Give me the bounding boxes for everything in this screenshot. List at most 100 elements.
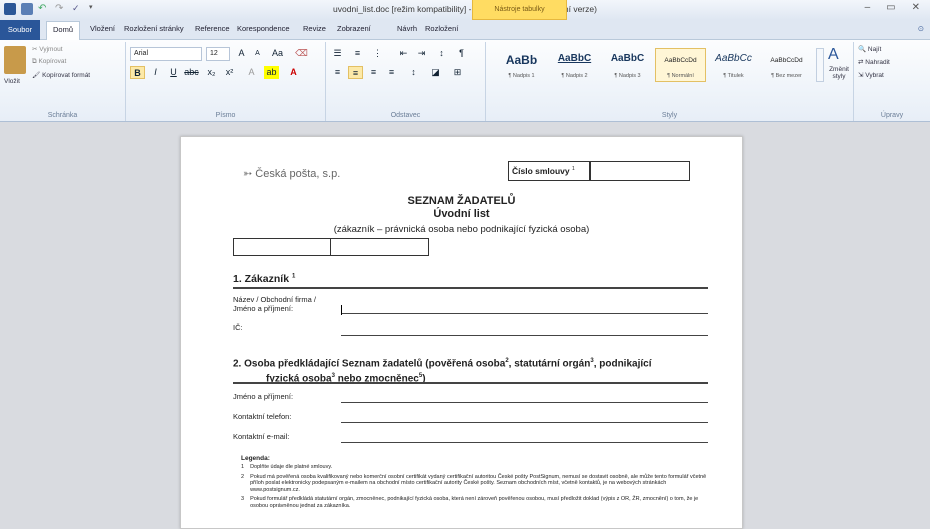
style-heading-2[interactable]: AaBbC ¶ Nadpis 2 — [549, 48, 600, 82]
clear-formatting-button[interactable]: ⌫ — [294, 47, 309, 60]
ic-input[interactable] — [341, 335, 708, 336]
tab-references[interactable]: Reference — [195, 24, 230, 33]
align-left-button[interactable]: ≡ — [330, 66, 345, 79]
text-effects-button[interactable]: A — [244, 66, 259, 79]
minimize-button[interactable]: – — [865, 2, 871, 13]
font-size-select[interactable]: 12 — [206, 47, 230, 61]
copy-button[interactable]: ⧉ Kopírovat — [32, 58, 66, 66]
change-styles-icon[interactable]: A — [828, 46, 839, 64]
subscript-button[interactable]: x₂ — [204, 66, 219, 79]
legend-text: Pokud formulář předkládá statutární orgá… — [250, 496, 699, 509]
legend-item: 2 Pokud má pověřená osoba kvalifikovaný n… — [241, 474, 711, 494]
table-cell-1[interactable] — [233, 238, 331, 256]
table-cell-2[interactable] — [331, 238, 429, 256]
italic-button[interactable]: I — [148, 66, 163, 79]
find-label: Najít — [867, 46, 882, 53]
select-button[interactable]: ⇲ Vybrat — [858, 71, 884, 79]
style-name: ¶ Nadpis 1 — [508, 73, 535, 79]
tab-design[interactable]: Návrh — [397, 24, 417, 33]
tab-page-layout[interactable]: Rozložení stránky — [124, 24, 184, 33]
group-font: Arial 12 A A Aa ⌫ B I U abc x₂ x² A ab A… — [126, 42, 326, 121]
company-name-input[interactable] — [341, 313, 708, 314]
style-name: ¶ Normální — [667, 73, 694, 79]
shrink-font-button[interactable]: A — [250, 47, 265, 60]
section-1-title: 1. Zákazník — [233, 273, 290, 285]
replace-button[interactable]: ⇄ Nahradit — [858, 58, 890, 66]
align-right-button[interactable]: ≡ — [366, 66, 381, 79]
contract-number-field[interactable] — [590, 161, 690, 181]
sort-button[interactable]: ↕ — [434, 47, 449, 60]
format-painter-button[interactable]: 🖌 Kopírovat formát — [32, 71, 90, 79]
style-heading-3[interactable]: AaBbC ¶ Nadpis 3 — [602, 48, 653, 82]
close-button[interactable]: ✕ — [912, 2, 920, 13]
tab-mailings[interactable]: Korespondence — [237, 24, 290, 33]
legend-list: 1 Doplňte údaje dle platné smlouvy. 2 Poku… — [241, 464, 711, 510]
email-input[interactable] — [341, 442, 708, 443]
superscript-button[interactable]: x² — [222, 66, 237, 79]
styles-scroll[interactable] — [816, 48, 824, 82]
bullets-button[interactable]: ☰ — [330, 47, 345, 60]
change-styles-button[interactable]: Změnit styly — [826, 66, 852, 80]
font-color-button[interactable]: A — [286, 66, 301, 79]
group-label-clipboard: Schránka — [47, 112, 78, 119]
strikethrough-button[interactable]: abc — [184, 66, 199, 79]
paste-button[interactable]: Vložit — [4, 78, 20, 85]
footnote-ref: 1 — [291, 273, 296, 280]
font-name-select[interactable]: Arial — [130, 47, 202, 61]
context-tab-table-tools: Nástroje tabulky — [472, 0, 567, 20]
style-normal[interactable]: AaBbCcDd ¶ Normální — [655, 48, 706, 82]
tab-review[interactable]: Revize — [303, 24, 326, 33]
style-no-spacing[interactable]: AaBbCcDd ¶ Bez mezer — [761, 48, 812, 82]
tab-home[interactable]: Domů — [46, 21, 81, 40]
line-spacing-button[interactable]: ↕ — [406, 66, 421, 79]
field-label-company: Název / Obchodní firma / Jméno a příjmení… — [233, 295, 316, 313]
text-span: 2. Osoba předkládající Seznam žadatelů (… — [233, 358, 506, 370]
document-area: ➳ Česká pošta, s.p. Číslo smlouvy 1 SEZN… — [0, 122, 930, 529]
increase-indent-button[interactable]: ⇥ — [414, 47, 429, 60]
cut-label: Vyjmout — [39, 46, 63, 53]
cut-button[interactable]: ✂ Vyjmout — [32, 45, 63, 53]
find-button[interactable]: 🔍 Najít — [858, 45, 881, 53]
grow-font-button[interactable]: A — [234, 47, 249, 60]
person-name-input[interactable] — [341, 402, 708, 403]
label-line: Jméno a příjmení: — [233, 304, 294, 313]
tab-file[interactable]: Soubor — [0, 20, 40, 40]
numbering-button[interactable]: ≡ — [350, 47, 365, 60]
paste-icon[interactable] — [4, 46, 26, 74]
field-label-person: Jméno a příjmení: — [233, 392, 294, 401]
ribbon-tabs: Soubor Domů Vložení Rozložení stránky Re… — [0, 20, 930, 40]
decrease-indent-button[interactable]: ⇤ — [396, 47, 411, 60]
help-icon[interactable]: ⊙ — [918, 24, 924, 33]
tab-insert[interactable]: Vložení — [90, 24, 115, 33]
highlight-button[interactable]: ab — [264, 66, 279, 79]
phone-input[interactable] — [341, 422, 708, 423]
borders-button[interactable]: ⊞ — [450, 66, 465, 79]
align-center-button[interactable]: ≡ — [348, 66, 363, 79]
group-paragraph: ☰ ≡ ⋮ ⇤ ⇥ ↕ ¶ ≡ ≡ ≡ ≡ ↕ ◪ ⊞ Odstavec — [326, 42, 486, 121]
change-case-button[interactable]: Aa — [270, 47, 285, 60]
group-styles: AaBb ¶ Nadpis 1 AaBbC ¶ Nadpis 2 AaBbC ¶ Na… — [486, 42, 854, 121]
underline-button[interactable]: U — [166, 66, 181, 79]
style-heading-1[interactable]: AaBb ¶ Nadpis 1 — [496, 48, 547, 82]
style-name: ¶ Nadpis 3 — [614, 73, 641, 79]
tab-layout[interactable]: Rozložení — [425, 24, 458, 33]
section-2-line-1: 2. Osoba předkládající Seznam žadatelů (… — [233, 355, 713, 370]
document-heading: SEZNAM ŽADATELŮ — [407, 195, 516, 207]
style-title[interactable]: AaBbCc ¶ Titulek — [708, 48, 759, 82]
justify-button[interactable]: ≡ — [384, 66, 399, 79]
bold-button[interactable]: B — [130, 66, 145, 79]
field-label-email: Kontaktní e-mail: — [233, 432, 290, 441]
group-label-paragraph: Odstavec — [390, 112, 421, 119]
style-name: ¶ Nadpis 2 — [561, 73, 588, 79]
style-sample: AaBbCcDd — [770, 57, 803, 64]
maximize-button[interactable]: ▭ — [886, 2, 895, 13]
show-marks-button[interactable]: ¶ — [454, 47, 469, 60]
document-page[interactable]: ➳ Česká pošta, s.p. Číslo smlouvy 1 SEZN… — [180, 136, 743, 529]
section-2-rule — [233, 382, 708, 384]
format-painter-label: Kopírovat formát — [42, 72, 91, 79]
shading-button[interactable]: ◪ — [428, 66, 443, 79]
multilevel-list-button[interactable]: ⋮ — [370, 47, 385, 60]
style-sample: AaBbCcDd — [664, 57, 697, 64]
legend-number: 2 — [241, 473, 245, 480]
tab-view[interactable]: Zobrazení — [337, 24, 371, 33]
